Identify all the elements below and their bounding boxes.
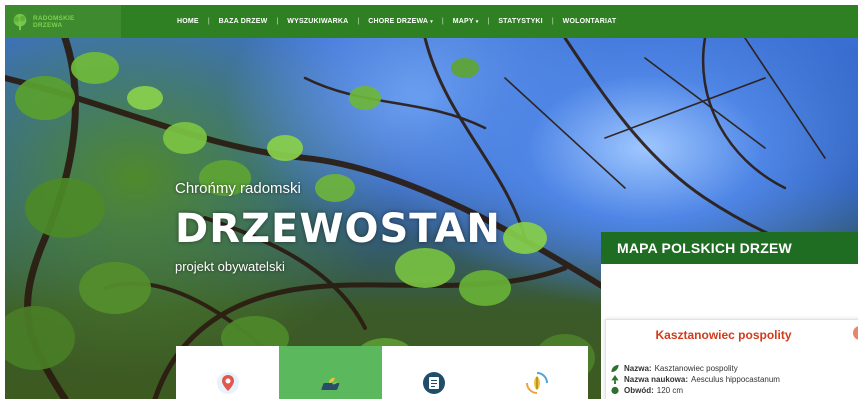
nav-separator: | <box>551 18 554 25</box>
popup-label: Nazwa: <box>624 364 652 373</box>
popup-value: 120 cm <box>656 386 684 395</box>
main-nav: HOME | BAZA DRZEW | WYSZUKIWARKA | CHORE… <box>177 5 616 38</box>
popup-row-girth: Obwód: 120 cm <box>610 386 683 395</box>
site-logo[interactable]: RADOMSKIE DRZEWA <box>5 5 121 38</box>
popup-title: Kasztanowiec pospolity <box>655 328 792 342</box>
popup-row-scientific: Nazwa naukowa: Aesculus hippocastanum <box>610 375 780 384</box>
popup-label: Nazwa naukowa: <box>624 375 689 384</box>
nav-separator: | <box>441 18 444 25</box>
popup-row-name: Nazwa: Kasztanowiec pospolity <box>610 364 738 373</box>
nav-mapy[interactable]: MAPY ▾ <box>453 18 479 25</box>
nav-separator: | <box>487 18 490 25</box>
popup-label: Obwód: <box>624 386 654 395</box>
map-panel: MAPA POLSKICH DRZEW Kasztanowiec pospoli… <box>601 232 858 399</box>
nav-wolontariat[interactable]: WOLONTARIAT <box>563 18 617 25</box>
logo-line-2: DRZEWA <box>33 21 63 29</box>
tile-notes[interactable] <box>382 346 485 399</box>
page: RADOMSKIE DRZEWA HOME | BAZA DRZEW | WYS… <box>5 5 858 399</box>
nav-separator: | <box>276 18 279 25</box>
nav-statystyki[interactable]: STATYSTYKI <box>498 18 543 25</box>
map-pin-icon <box>216 372 239 394</box>
chevron-down-icon: ▾ <box>475 19 479 25</box>
navbar: RADOMSKIE DRZEWA HOME | BAZA DRZEW | WYS… <box>5 5 858 38</box>
nav-chore-drzewa-label: CHORE DRZEWA <box>368 18 429 25</box>
tile-database[interactable] <box>279 346 382 399</box>
hero-tagline: Chrońmy radomski <box>175 180 301 197</box>
nav-baza-drzew[interactable]: BAZA DRZEW <box>219 18 268 25</box>
nav-separator: | <box>207 18 210 25</box>
nav-mapy-label: MAPY <box>452 18 474 25</box>
tile-map[interactable] <box>176 346 279 399</box>
notepad-icon <box>422 372 445 394</box>
nav-chore-drzewa[interactable]: CHORE DRZEWA ▾ <box>368 18 433 25</box>
map-heading: MAPA POLSKICH DRZEW <box>601 232 858 264</box>
close-icon[interactable]: × <box>853 326 858 340</box>
tree-icon <box>611 375 619 384</box>
nav-home[interactable]: HOME <box>177 18 199 25</box>
circle-icon <box>611 386 619 395</box>
leaf-cycle-icon <box>525 372 548 394</box>
hero-title: DRZEWOSTAN <box>175 206 501 252</box>
popup-value: Aesculus hippocastanum <box>691 375 780 384</box>
tree-popup: Kasztanowiec pospolity × Nazwa: Kasztano… <box>605 319 858 399</box>
nav-separator: | <box>357 18 360 25</box>
tile-cycle[interactable] <box>485 346 588 399</box>
tree-logo-icon <box>13 13 27 30</box>
feature-tiles <box>176 346 588 399</box>
tablet-leaf-icon <box>320 377 339 390</box>
leaf-icon <box>611 364 619 373</box>
nav-wyszukiwarka[interactable]: WYSZUKIWARKA <box>287 18 348 25</box>
hero-subtitle: projekt obywatelski <box>175 259 285 274</box>
hero-banner: Chrońmy radomski DRZEWOSTAN projekt obyw… <box>5 38 858 399</box>
logo-line-1: RADOMSKIE <box>33 14 75 22</box>
chevron-down-icon: ▾ <box>430 19 433 25</box>
popup-value: Kasztanowiec pospolity <box>654 364 738 373</box>
